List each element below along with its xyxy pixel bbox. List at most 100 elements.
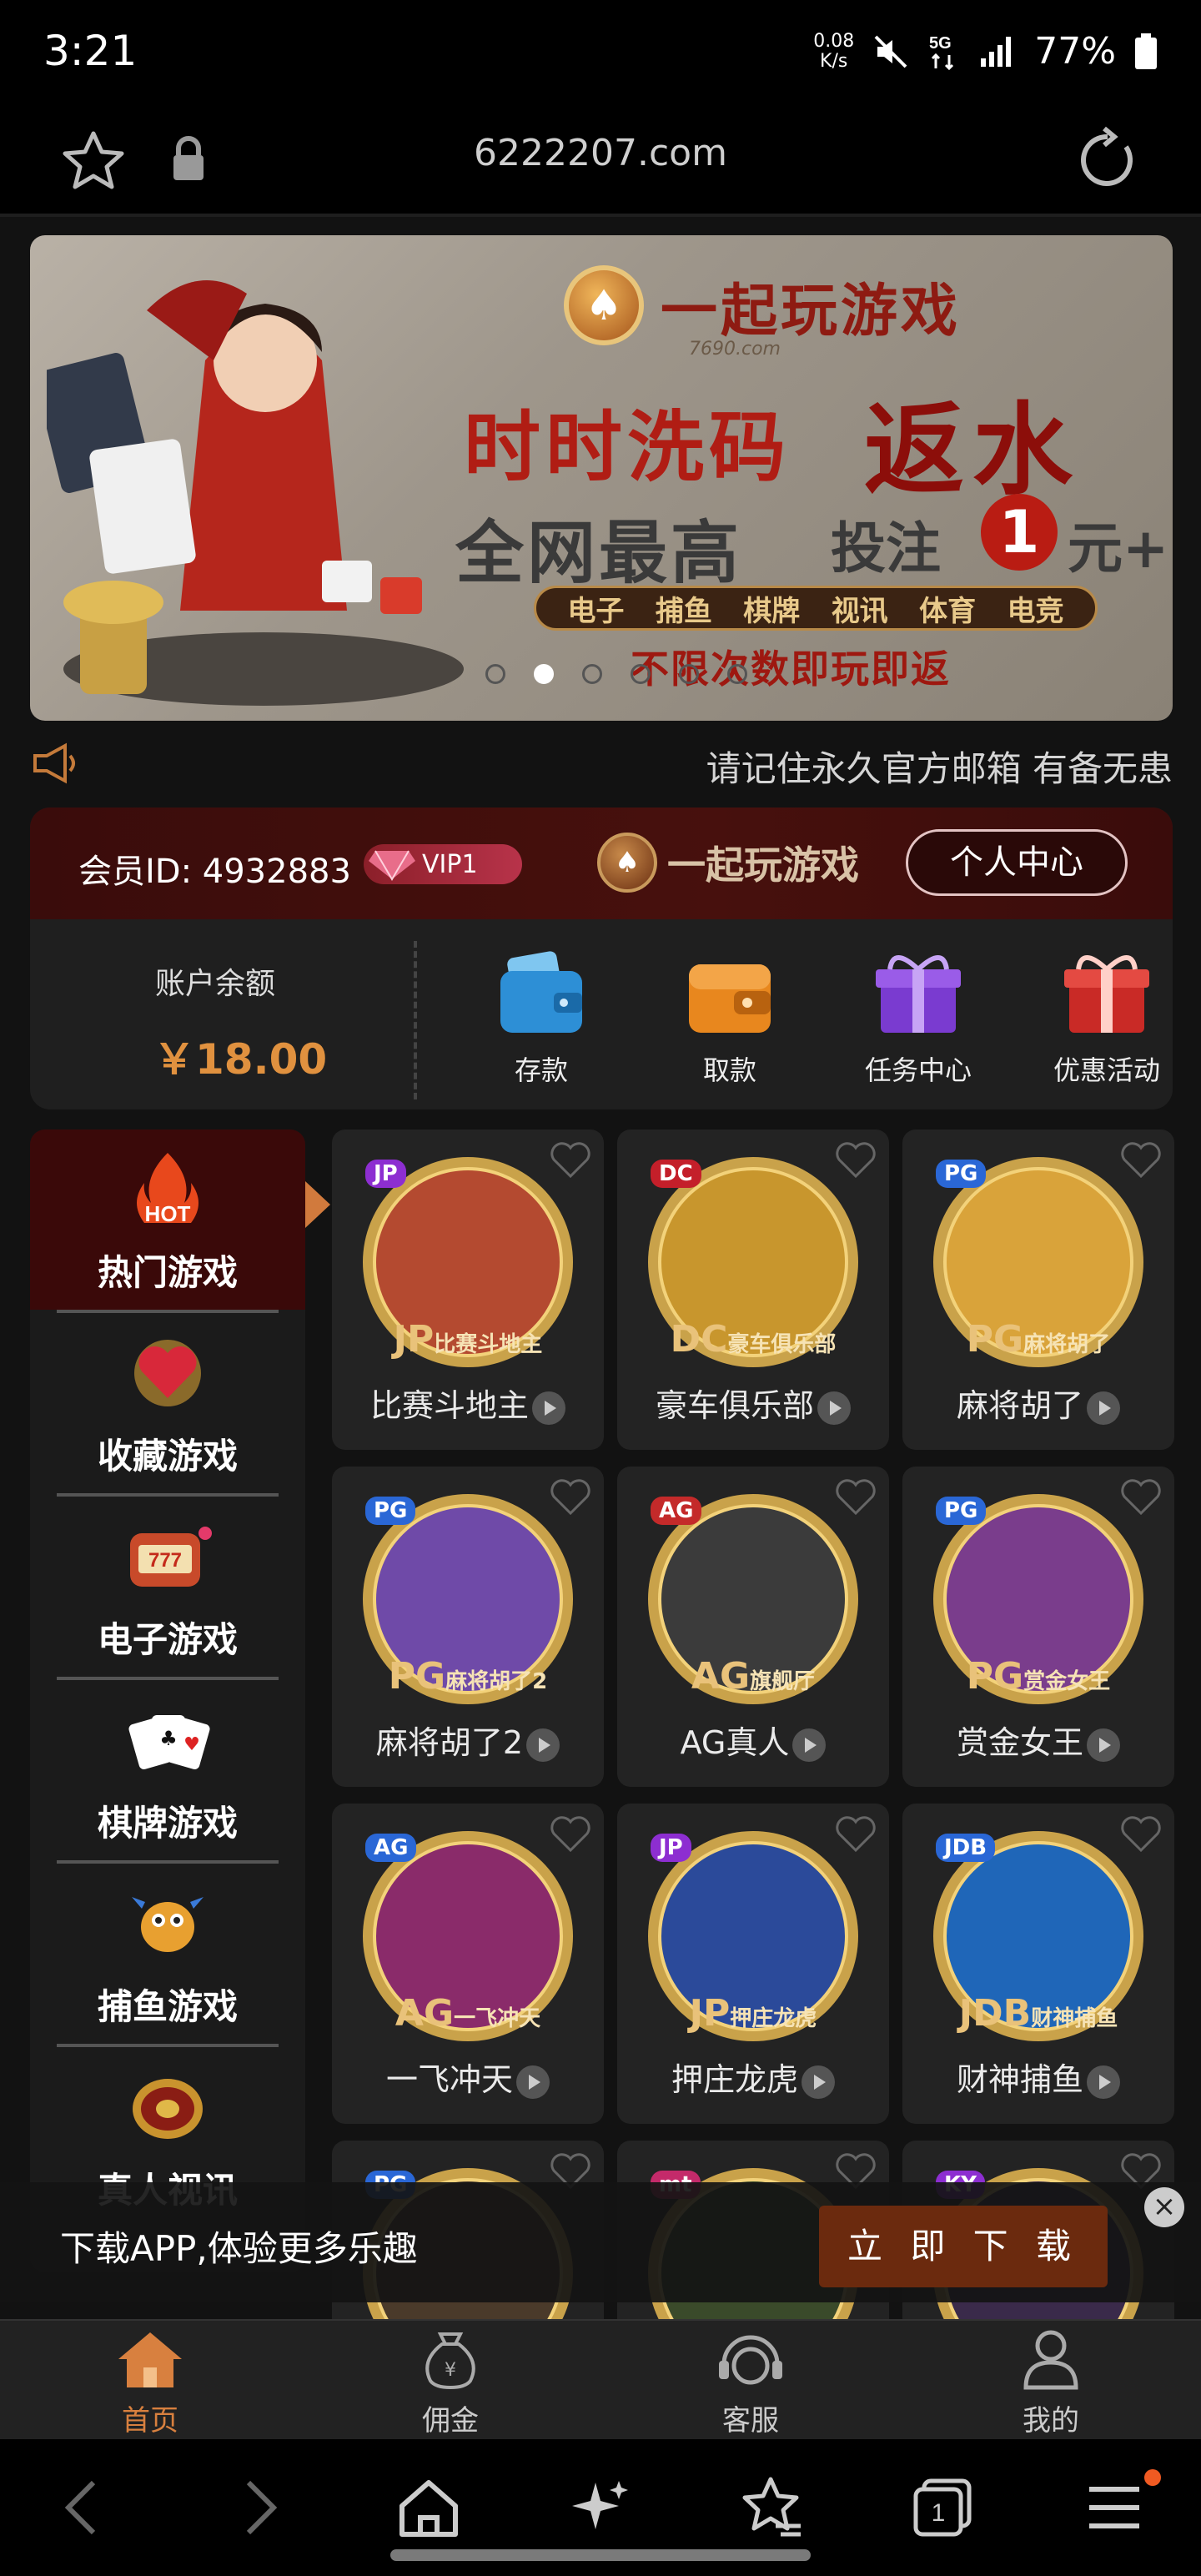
user-icon xyxy=(1023,2330,1078,2390)
download-now-button[interactable]: 立 即 下 载 xyxy=(819,2206,1108,2287)
play-icon[interactable] xyxy=(532,1391,565,1425)
game-card[interactable]: AG AG旗舰厅 AG真人 xyxy=(617,1467,889,1787)
game-medal-caption: JP押庄龙虎 xyxy=(689,1992,817,2035)
tab-customer-service[interactable]: 客服 xyxy=(667,2327,834,2438)
game-title: 财神捕鱼 xyxy=(902,2054,1174,2100)
svg-text:5G: 5G xyxy=(929,34,952,53)
status-indicators: 0.08 K/s 5G 77% xyxy=(813,30,1158,73)
carousel-dot[interactable] xyxy=(727,664,747,684)
network-speed: 0.08 K/s xyxy=(813,30,855,72)
category-electronic-games[interactable]: 777 电子游戏 xyxy=(30,1497,305,1677)
play-icon[interactable] xyxy=(1087,1728,1120,1762)
svg-text:♥: ♥ xyxy=(183,1734,200,1755)
spade-coin-icon: ♠ xyxy=(564,265,644,345)
ai-sparkle-icon[interactable] xyxy=(567,2474,634,2541)
game-card[interactable]: AG AG一飞冲天 一飞冲天 xyxy=(332,1804,604,2124)
carousel-dot[interactable] xyxy=(485,664,505,684)
status-bar: 3:21 0.08 K/s 5G 77% xyxy=(0,0,1201,108)
promotions-button[interactable]: 优惠活动 xyxy=(1036,949,1173,1088)
provider-tag: PG xyxy=(936,1497,987,1525)
bookmarks-icon[interactable] xyxy=(737,2474,804,2541)
favorite-heart-icon[interactable] xyxy=(834,1478,877,1517)
megaphone-icon xyxy=(33,742,75,784)
divider xyxy=(414,941,417,1099)
tabs-icon[interactable]: 1 xyxy=(909,2474,976,2541)
withdraw-button[interactable]: 取款 xyxy=(659,949,801,1088)
favorite-heart-icon[interactable] xyxy=(549,1141,592,1180)
provider-tag: PG xyxy=(365,1497,416,1525)
hot-fire-icon: HOT xyxy=(137,1153,198,1226)
tab-profile[interactable]: 我的 xyxy=(967,2327,1134,2438)
play-icon[interactable] xyxy=(817,1391,851,1425)
play-icon[interactable] xyxy=(1087,1391,1120,1425)
tab-commission[interactable]: ¥ 佣金 xyxy=(367,2327,534,2438)
banner-headline: 时时洗码 xyxy=(464,402,791,492)
red-gift-icon xyxy=(1064,955,1149,1033)
reload-icon[interactable] xyxy=(1073,125,1143,195)
play-icon[interactable] xyxy=(1087,2065,1120,2099)
carousel-dot[interactable] xyxy=(631,664,651,684)
game-card[interactable]: PG PG麻将胡了 麻将胡了 xyxy=(902,1130,1174,1450)
game-card[interactable]: JP JP押庄龙虎 押庄龙虎 xyxy=(617,1804,889,2124)
task-center-button[interactable]: 任务中心 xyxy=(847,949,989,1088)
close-icon[interactable]: × xyxy=(1144,2187,1184,2227)
vip-badge: VIP1 xyxy=(364,844,522,884)
back-icon[interactable] xyxy=(50,2474,117,2541)
game-title: 豪车俱乐部 xyxy=(617,1380,889,1426)
mute-icon xyxy=(874,35,907,68)
favorite-heart-icon[interactable] xyxy=(1119,1478,1163,1517)
game-medal-caption: PG麻将胡了 xyxy=(966,1318,1111,1361)
withdraw-wallet-icon xyxy=(689,964,771,1033)
promo-banner[interactable]: ♠ 一起玩游戏 7690.com 时时洗码 返水 全网最高 投注 1 元+ 电子… xyxy=(30,235,1173,721)
game-card[interactable]: PG PG麻将胡了2 麻将胡了2 xyxy=(332,1467,604,1787)
gesture-handle[interactable] xyxy=(390,2549,811,2561)
play-icon[interactable] xyxy=(792,1728,827,1762)
deposit-button[interactable]: 存款 xyxy=(470,949,612,1088)
carousel-dot-active[interactable] xyxy=(534,664,554,684)
provider-tag: JP xyxy=(651,1834,691,1862)
provider-tag: JP xyxy=(365,1160,406,1188)
banner-logo-text: 一起玩游戏 xyxy=(661,277,962,345)
play-icon[interactable] xyxy=(516,2065,550,2099)
category-card-games[interactable]: ♣ ♥ 棋牌游戏 xyxy=(30,1680,305,1860)
url-display[interactable]: 6222207.com xyxy=(0,132,1201,174)
headset-icon xyxy=(719,2335,782,2385)
favorite-heart-icon[interactable] xyxy=(549,1815,592,1854)
banner-bet-text: 投注 xyxy=(831,516,941,581)
notice-text: 请记住永久官方邮箱 有备无患 xyxy=(706,748,1173,789)
play-icon[interactable] xyxy=(526,1728,560,1762)
member-card: 会员ID: 4932883 VIP1 ♠ 一起玩游戏 个人中心 账户余额 ￥18… xyxy=(30,808,1173,1109)
status-time: 3:21 xyxy=(43,27,138,75)
banner-headline-highlight: 返水 xyxy=(864,391,1081,509)
favorite-heart-icon[interactable] xyxy=(1119,1815,1163,1854)
game-card[interactable]: PG PG赏金女王 赏金女王 xyxy=(902,1467,1174,1787)
game-medal-caption: JP比赛斗地主 xyxy=(393,1318,543,1361)
home-icon xyxy=(118,2332,182,2387)
carousel-dot[interactable] xyxy=(582,664,602,684)
game-title: 比赛斗地主 xyxy=(332,1380,604,1426)
play-icon[interactable] xyxy=(802,2065,835,2099)
menu-icon[interactable] xyxy=(1081,2474,1148,2541)
carousel-dot[interactable] xyxy=(679,664,699,684)
favorite-heart-icon[interactable] xyxy=(1119,1141,1163,1180)
game-title: 麻将胡了2 xyxy=(332,1717,604,1763)
svg-text:¥: ¥ xyxy=(445,2360,456,2381)
category-fishing-games[interactable]: 捕鱼游戏 xyxy=(30,1864,305,2044)
favorite-heart-icon[interactable] xyxy=(834,1141,877,1180)
game-card[interactable]: DC DC豪车俱乐部 豪车俱乐部 xyxy=(617,1130,889,1450)
personal-center-button[interactable]: 个人中心 xyxy=(906,829,1128,896)
game-card[interactable]: JP JP比赛斗地主比赛斗地主 xyxy=(332,1130,604,1450)
game-card[interactable]: JDB JDB财神捕鱼 财神捕鱼 xyxy=(902,1804,1174,2124)
tab-home[interactable]: 首页 xyxy=(67,2327,234,2438)
carousel-dots xyxy=(485,664,747,684)
favorite-heart-icon[interactable] xyxy=(834,1815,877,1854)
category-favorites[interactable]: 收藏游戏 xyxy=(30,1313,305,1493)
browser-address-bar: 6222207.com xyxy=(0,108,1201,217)
forward-icon[interactable] xyxy=(225,2474,292,2541)
home-icon[interactable] xyxy=(395,2474,462,2541)
playing-cards-icon: ♣ ♥ xyxy=(128,1715,210,1770)
battery-level: 77% xyxy=(1034,30,1116,73)
balance-label: 账户余额 xyxy=(155,967,276,1001)
favorite-heart-icon[interactable] xyxy=(549,1478,592,1517)
category-hot-games[interactable]: HOT 热门游戏 xyxy=(30,1130,305,1310)
